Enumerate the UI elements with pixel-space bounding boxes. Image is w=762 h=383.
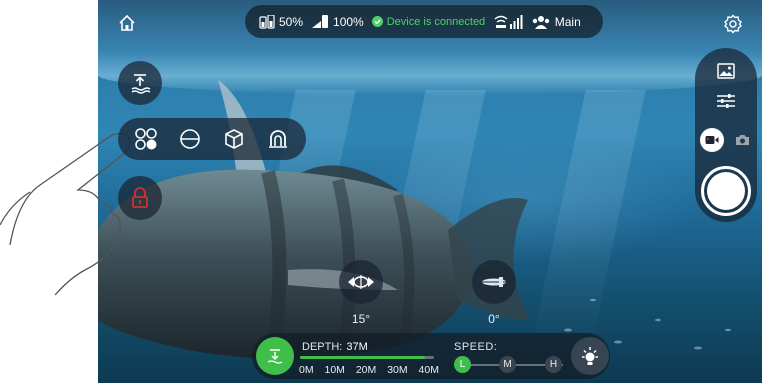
mode-selector — [118, 118, 306, 160]
cube-icon — [225, 129, 243, 149]
mode-multi-button[interactable] — [129, 122, 163, 156]
level-icon — [180, 129, 200, 149]
phone-battery-value: 50% — [279, 14, 304, 29]
depth-label: DEPTH: — [302, 341, 343, 353]
drone-battery: 100% — [311, 14, 364, 29]
pitch-indicator — [339, 260, 383, 304]
depth-scale: 0M 10M 20M 30M 40M — [299, 364, 439, 376]
speed-high-button[interactable]: H — [545, 356, 562, 373]
depth-icon — [267, 349, 283, 364]
shutter-inner — [707, 172, 745, 210]
user-mode[interactable]: Main — [531, 15, 581, 29]
depth-tick: 0M — [299, 364, 314, 376]
roll-icon — [482, 277, 506, 287]
depth-tick: 10M — [324, 364, 345, 376]
gallery-button[interactable] — [715, 60, 737, 82]
speed-label: SPEED: — [454, 341, 498, 353]
adjust-button[interactable] — [715, 90, 737, 112]
depth-gauge-fill — [300, 356, 425, 359]
hand-illustration — [0, 132, 131, 296]
lock-icon — [132, 187, 148, 208]
gallery-icon — [717, 63, 735, 79]
roll-indicator — [472, 260, 516, 304]
connection-text: Device is connected — [386, 15, 485, 28]
signal-strength — [493, 14, 523, 30]
hover-icon — [269, 130, 287, 148]
depth-tick: 30M — [387, 364, 408, 376]
camera-view — [98, 0, 762, 383]
sliders-icon — [717, 94, 735, 108]
status-bar: 50% 100% Device is connected Main — [245, 5, 603, 38]
pitch-label: 15° — [351, 312, 371, 326]
home-icon — [119, 14, 135, 31]
phone-battery-icon — [259, 14, 275, 29]
drone-battery-value: 100% — [333, 14, 364, 29]
lock-button[interactable] — [118, 176, 162, 220]
depth-value: 37M — [346, 341, 368, 353]
camera-icon — [735, 135, 749, 145]
light-icon — [582, 347, 598, 365]
mode-level-button[interactable] — [173, 122, 207, 156]
depth-hold-button[interactable] — [256, 337, 294, 375]
connection-status: Device is connected — [371, 15, 485, 28]
speed-low-button[interactable]: L — [454, 356, 471, 373]
home-button[interactable] — [116, 12, 138, 34]
modes-icon — [135, 128, 157, 150]
depth-readout: DEPTH: 37M — [302, 341, 368, 353]
speed-medium-button[interactable]: M — [499, 356, 516, 373]
roll-label: 0° — [488, 312, 500, 326]
users-icon — [532, 15, 549, 29]
video-icon — [705, 136, 719, 144]
signal-icon — [494, 14, 523, 29]
phone-battery: 50% — [259, 14, 304, 29]
depth-tick: 40M — [418, 364, 439, 376]
shutter-button[interactable] — [701, 166, 751, 216]
light-button[interactable] — [571, 337, 609, 375]
mode-hover-button[interactable] — [261, 122, 295, 156]
user-mode-label: Main — [554, 14, 581, 29]
gear-icon — [724, 14, 742, 34]
depth-gauge — [300, 356, 434, 359]
photo-mode-button[interactable] — [732, 130, 752, 150]
fish-image — [98, 80, 731, 359]
check-icon — [371, 16, 383, 27]
surface-icon — [131, 74, 151, 94]
depth-tick: 20M — [355, 364, 377, 376]
settings-button[interactable] — [721, 12, 745, 36]
video-mode-button[interactable] — [700, 128, 724, 152]
drone-battery-icon — [312, 14, 329, 28]
pitch-icon — [348, 275, 374, 289]
mode-camera-button[interactable] — [217, 122, 251, 156]
surface-button[interactable] — [118, 61, 162, 105]
